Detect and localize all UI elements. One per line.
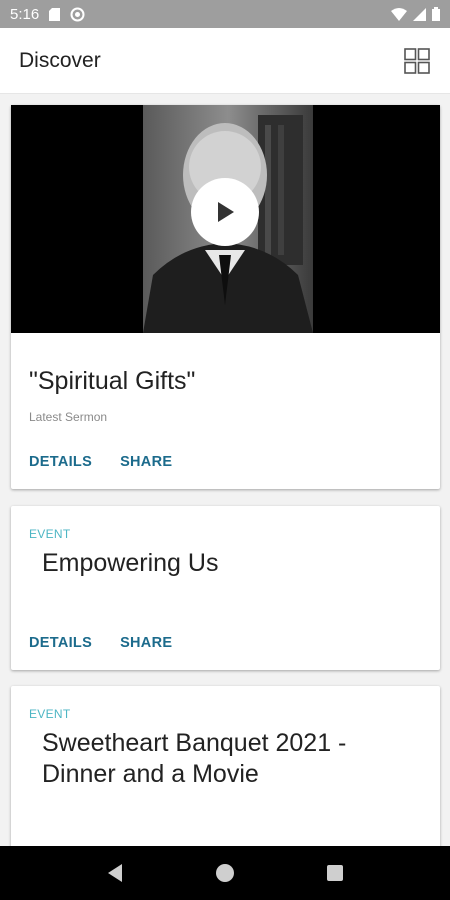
page-title: Discover: [19, 48, 101, 72]
grid-view-icon: [404, 47, 430, 74]
sermon-title: "Spiritual Gifts": [29, 367, 196, 395]
app-bar: Discover: [0, 28, 450, 94]
back-button[interactable]: [95, 853, 135, 893]
event-title: Empowering Us: [42, 549, 219, 577]
event-card[interactable]: EVENT Empowering Us DETAILS SHARE: [11, 506, 440, 670]
recents-icon: [327, 865, 343, 881]
details-button[interactable]: DETAILS: [29, 635, 92, 651]
sync-icon: [70, 7, 85, 22]
wifi-icon: [391, 7, 407, 21]
event-card[interactable]: EVENT Sweetheart Banquet 2021 - Dinner a…: [11, 686, 440, 846]
share-button[interactable]: SHARE: [120, 635, 172, 651]
back-icon: [108, 864, 122, 882]
recents-button[interactable]: [315, 853, 355, 893]
details-button[interactable]: DETAILS: [29, 454, 92, 470]
battery-icon: [432, 7, 440, 21]
event-label: EVENT: [29, 707, 71, 721]
grid-view-button[interactable]: [403, 47, 431, 75]
sermon-card[interactable]: "Spiritual Gifts" Latest Sermon DETAILS …: [11, 105, 440, 489]
discover-feed[interactable]: "Spiritual Gifts" Latest Sermon DETAILS …: [0, 94, 450, 846]
play-icon: [218, 202, 234, 222]
play-button[interactable]: [191, 178, 259, 246]
status-bar: 5:16: [0, 0, 450, 28]
home-button[interactable]: [205, 853, 245, 893]
event-title: Sweetheart Banquet 2021 - Dinner and a M…: [42, 729, 347, 788]
event-label: EVENT: [29, 527, 71, 541]
event-actions: DETAILS SHARE: [29, 635, 172, 651]
status-time: 5:16: [10, 5, 40, 23]
sermon-video[interactable]: [11, 105, 440, 333]
share-button[interactable]: SHARE: [120, 454, 172, 470]
navigation-bar: [0, 846, 450, 900]
home-icon: [216, 864, 234, 882]
sd-card-icon: [49, 7, 61, 21]
sermon-actions: DETAILS SHARE: [29, 454, 172, 470]
sermon-subtitle: Latest Sermon: [29, 410, 108, 424]
signal-icon: [413, 7, 426, 21]
